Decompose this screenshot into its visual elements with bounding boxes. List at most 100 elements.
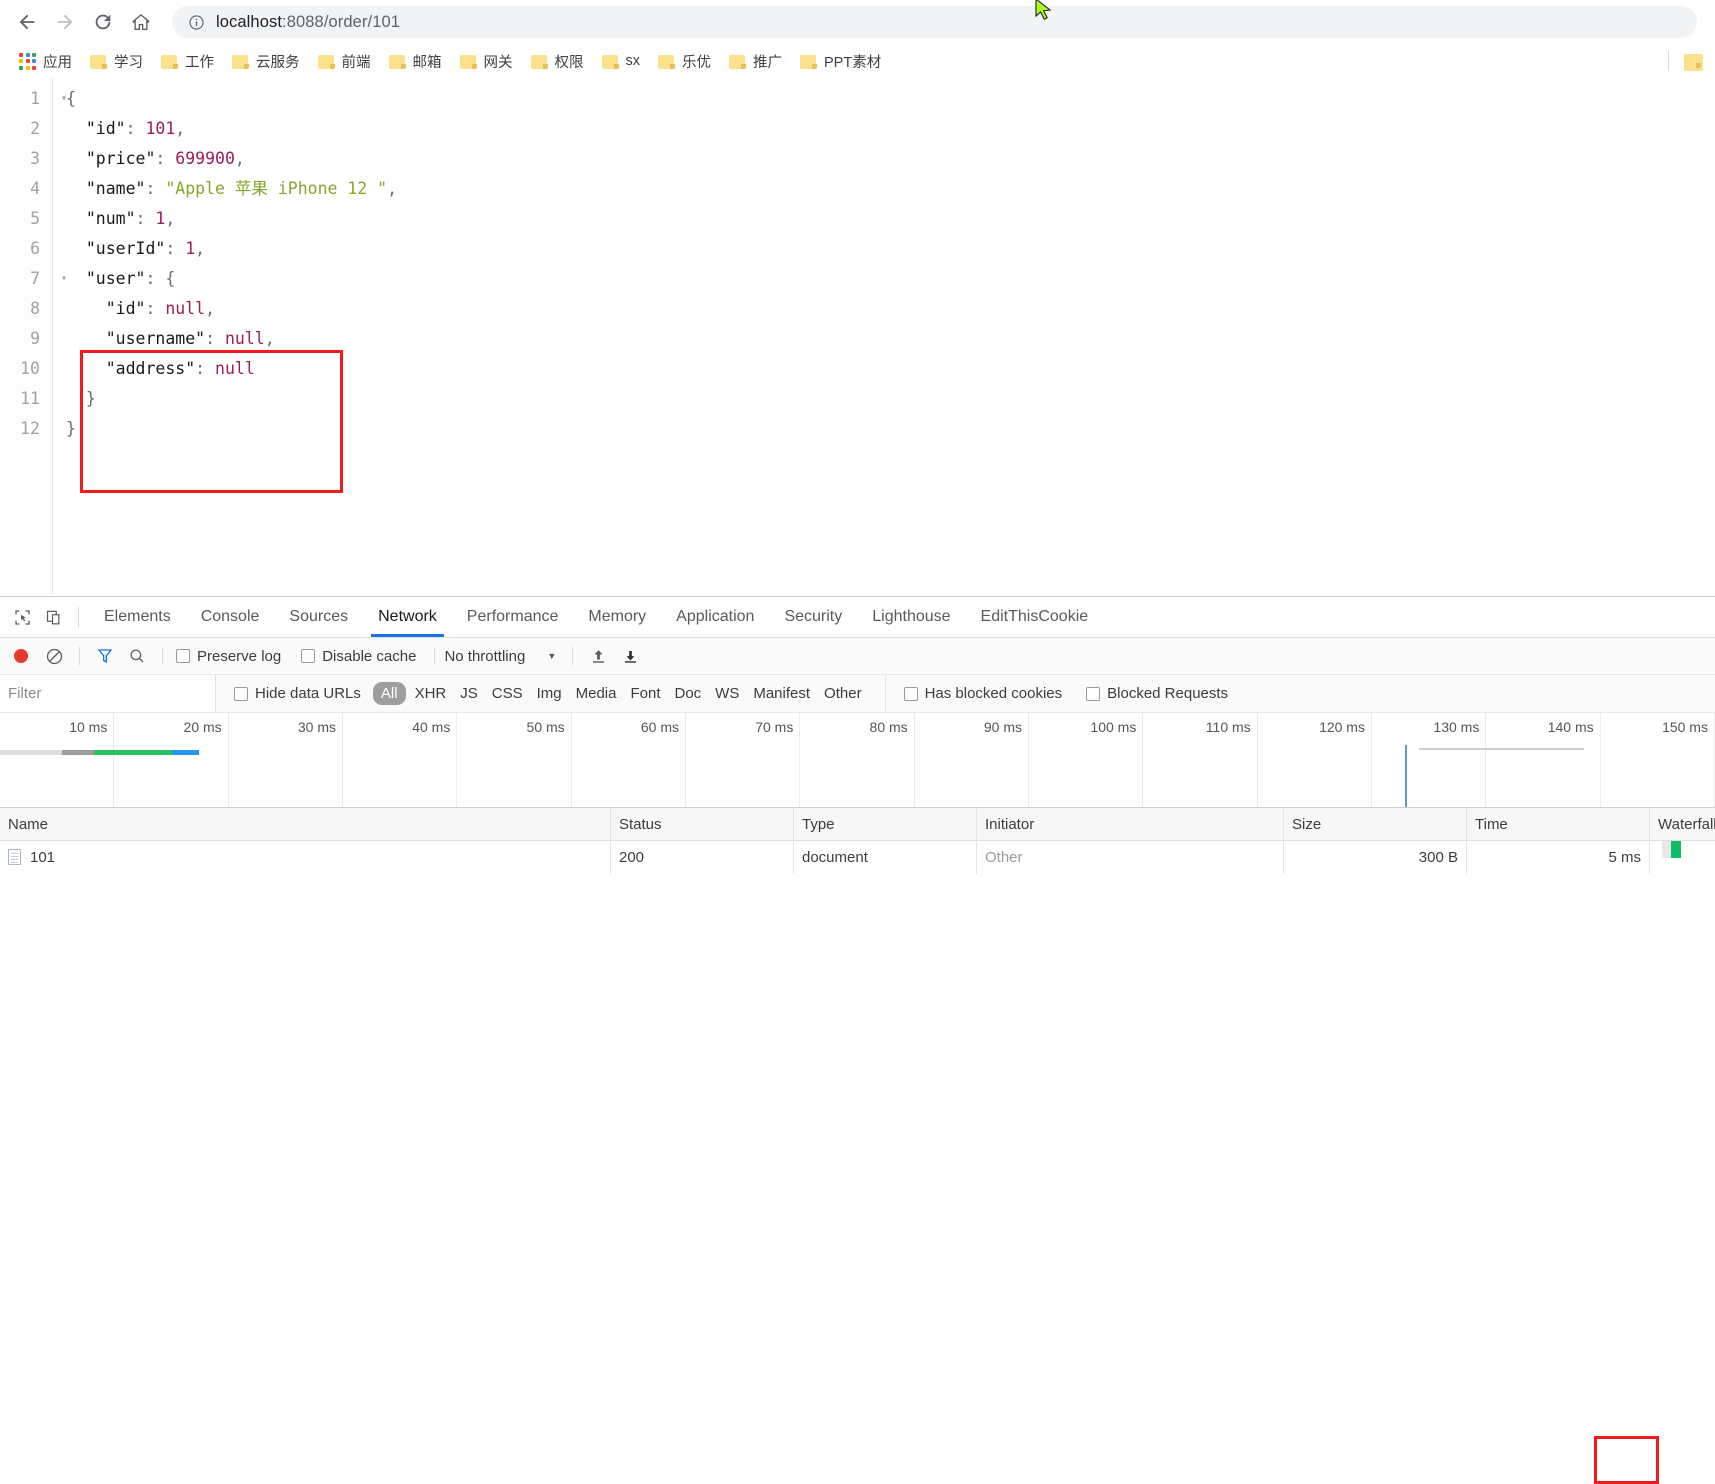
type-filter-ws[interactable]: WS: [708, 685, 746, 702]
bookmark-item-6[interactable]: 权限: [522, 48, 593, 74]
disable-cache-checkbox[interactable]: Disable cache: [301, 648, 416, 665]
home-button[interactable]: [122, 3, 160, 41]
site-info-icon[interactable]: [186, 12, 206, 32]
bookmark-item-1[interactable]: 工作: [152, 48, 223, 74]
forward-arrow-icon: [57, 14, 73, 30]
token-num: 1: [155, 209, 166, 228]
type-filter-manifest[interactable]: Manifest: [746, 685, 817, 702]
timeline-tick-label: 70 ms: [755, 719, 794, 735]
timeline-tick: 140 ms: [1486, 713, 1601, 807]
throttling-dropdown[interactable]: No throttling ▼: [444, 648, 556, 665]
timeline-tick-label: 30 ms: [297, 719, 336, 735]
column-header-status[interactable]: Status: [611, 807, 794, 841]
blocked-requests-checkbox[interactable]: Blocked Requests: [1086, 685, 1228, 702]
line-number: 12: [20, 419, 40, 438]
record-button[interactable]: [14, 649, 28, 663]
bookmark-item-4[interactable]: 邮箱: [380, 48, 451, 74]
token-key: "name": [66, 179, 146, 198]
tab-editthiscookie[interactable]: EditThisCookie: [966, 597, 1104, 637]
bookmark-item-0[interactable]: 学习: [81, 48, 152, 74]
forward-button[interactable]: [46, 3, 84, 41]
type-filter-css[interactable]: CSS: [485, 685, 530, 702]
token-punc: :: [165, 239, 186, 258]
timeline-tick-label: 80 ms: [869, 719, 908, 735]
filter-input[interactable]: Filter: [0, 675, 216, 712]
token-key: "id": [66, 299, 146, 318]
tab-sources[interactable]: Sources: [274, 597, 363, 637]
bookmark-item-2[interactable]: 云服务: [223, 48, 309, 74]
overview-divider-line: [1419, 748, 1584, 750]
column-header-name[interactable]: Name: [0, 807, 611, 841]
bookmark-item-5[interactable]: 网关: [451, 48, 522, 74]
tab-performance[interactable]: Performance: [452, 597, 574, 637]
bookmark-apps[interactable]: 应用: [10, 48, 81, 74]
tab-application[interactable]: Application: [661, 597, 769, 637]
timeline-tick-label: 150 ms: [1662, 719, 1708, 735]
token-punc: ,: [264, 329, 275, 348]
token-punc: ,: [205, 299, 216, 318]
json-code[interactable]: 1 ▾{2 "id": 101, 3 "price": 699900, 4 "name…: [0, 78, 1715, 444]
tab-network[interactable]: Network: [363, 597, 452, 637]
cell-name: 101: [0, 841, 611, 874]
reload-button[interactable]: [84, 3, 122, 41]
network-timeline-overview[interactable]: 10 ms 20 ms 30 ms 40 ms 50 ms 60 ms 70 ms 80 ms…: [0, 713, 1715, 808]
type-filter-all[interactable]: All: [372, 682, 406, 705]
back-button[interactable]: [8, 3, 46, 41]
hide-data-urls-checkbox[interactable]: Hide data URLs: [234, 685, 361, 702]
toolbar-separator-4: [572, 647, 574, 665]
line-number: 10: [20, 359, 40, 378]
bookmark-item-10[interactable]: PPT素材: [791, 48, 890, 74]
device-toolbar-button[interactable]: [38, 602, 70, 632]
bookmark-item-3[interactable]: 前端: [309, 48, 380, 74]
type-filter-media[interactable]: Media: [569, 685, 624, 702]
bookmark-label: PPT素材: [824, 54, 882, 71]
bookmark-item-8[interactable]: 乐优: [649, 48, 720, 74]
column-header-size[interactable]: Size: [1284, 807, 1467, 841]
tab-elements[interactable]: Elements: [89, 597, 186, 637]
export-har-button[interactable]: [614, 641, 646, 671]
table-row[interactable]: 101 200 document Other 300 B5 ms: [0, 841, 1715, 874]
timeline-tick: 150 ms: [1601, 713, 1715, 807]
preserve-log-checkbox[interactable]: Preserve log: [176, 648, 281, 665]
export-har-icon: [624, 650, 636, 663]
code-line: 9 "username": null,: [0, 324, 1715, 354]
type-filter-other[interactable]: Other: [817, 685, 869, 702]
type-filter-js[interactable]: JS: [453, 685, 485, 702]
type-filter-img[interactable]: Img: [530, 685, 569, 702]
network-request-table: Name Status Type Initiator Size Time Wat…: [0, 807, 1715, 874]
tab-security[interactable]: Security: [769, 597, 857, 637]
bookmark-overflow-folder-icon[interactable]: [1684, 53, 1703, 71]
devtools-tabs: Elements Console Sources Network Performance…: [89, 597, 1103, 637]
token-key: "price": [66, 149, 156, 168]
code-line: 3 "price": 699900,: [0, 144, 1715, 174]
code-line: 11 }: [0, 384, 1715, 414]
column-header-initiator[interactable]: Initiator: [977, 807, 1284, 841]
bookmark-label: 网关: [483, 54, 513, 71]
timeline-tick-label: 60 ms: [640, 719, 679, 735]
tab-lighthouse[interactable]: Lighthouse: [857, 597, 965, 637]
inspect-element-button[interactable]: [6, 602, 38, 632]
address-bar[interactable]: localhost:8088/order/101: [172, 6, 1697, 38]
has-blocked-cookies-checkbox[interactable]: Has blocked cookies: [903, 685, 1062, 702]
search-button[interactable]: [121, 641, 153, 671]
line-number: 7: [30, 269, 40, 288]
code-text: "id": null,: [66, 294, 215, 324]
column-header-time[interactable]: Time: [1467, 807, 1650, 841]
tab-console[interactable]: Console: [186, 597, 275, 637]
bookmark-item-9[interactable]: 推广: [720, 48, 791, 74]
column-header-type[interactable]: Type: [794, 807, 977, 841]
bookmark-label: 权限: [554, 54, 584, 71]
tab-memory[interactable]: Memory: [573, 597, 661, 637]
toolbar-separator-3: [434, 647, 436, 665]
filter-toggle-button[interactable]: [89, 641, 121, 671]
type-filter-xhr[interactable]: XHR: [408, 685, 454, 702]
chevron-down-icon: ▼: [547, 651, 557, 661]
type-filter-font[interactable]: Font: [623, 685, 667, 702]
folder-icon: [459, 54, 477, 69]
type-filter-doc[interactable]: Doc: [667, 685, 708, 702]
clear-button[interactable]: [38, 641, 70, 671]
timeline-tick: 30 ms: [229, 713, 343, 807]
bookmark-item-7[interactable]: sx: [593, 48, 650, 74]
import-har-button[interactable]: [582, 641, 614, 671]
column-header-waterfall[interactable]: Waterfall: [1650, 808, 1715, 841]
